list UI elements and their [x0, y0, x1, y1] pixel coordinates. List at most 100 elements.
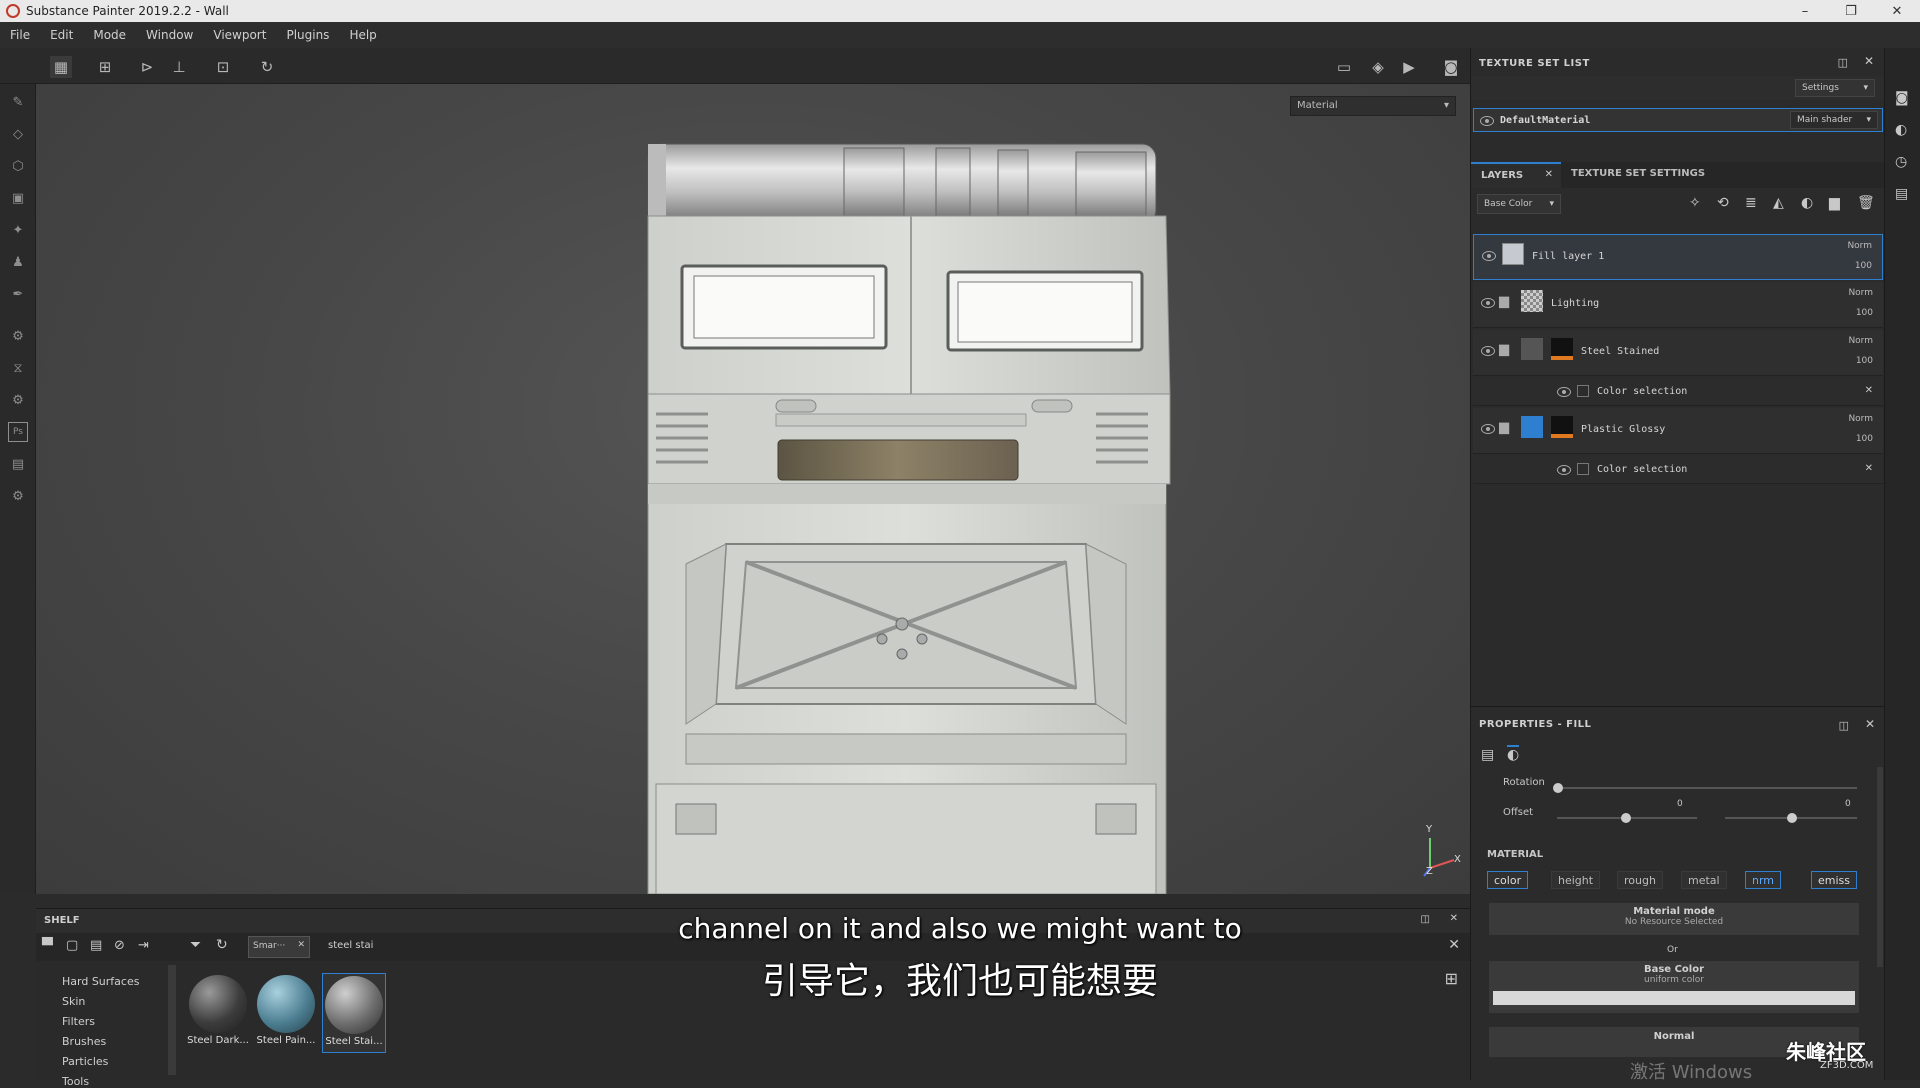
viewport-3d-icon[interactable]: ◈ [1367, 56, 1389, 78]
settings-icon[interactable]: ⚙ [8, 326, 28, 346]
shader-dropdown[interactable]: Main shader ▾ [1790, 111, 1878, 129]
clone-stamp-icon[interactable]: ♟ [8, 252, 28, 272]
paint-brush-icon[interactable]: ✎ [8, 92, 28, 112]
fill-settings-icon[interactable]: ▤ [1481, 747, 1494, 763]
undock-icon[interactable]: ◫ [1839, 719, 1849, 732]
category-filters[interactable]: Filters [62, 1015, 95, 1028]
axis-y-label: Y [1426, 824, 1433, 835]
close-button[interactable]: ✕ [1874, 0, 1920, 22]
menu-plugins[interactable]: Plugins [276, 28, 339, 42]
axis-z-label: Z [1426, 866, 1433, 877]
texture-set-icon[interactable]: ◙ [1895, 90, 1909, 106]
grid-view-icon[interactable]: ▦ [50, 56, 72, 78]
photoshop-icon[interactable]: Ps [8, 422, 28, 442]
log-icon[interactable]: ▤ [1895, 186, 1908, 202]
minimize-button[interactable]: – [1782, 0, 1828, 22]
menu-mode[interactable]: Mode [83, 28, 136, 42]
plugin-icon[interactable]: ⚙ [8, 390, 28, 410]
viewport-2d-icon[interactable]: ▭ [1333, 56, 1355, 78]
resources-icon[interactable]: ⚙ [8, 486, 28, 506]
add-layer-icon[interactable]: ≣ [1745, 195, 1757, 211]
effect-row-color-selection[interactable]: Color selection ✕ [1473, 456, 1883, 484]
delete-layer-icon[interactable]: 🗑 [1857, 195, 1875, 211]
rotation-slider[interactable] [1557, 787, 1857, 789]
maximize-button[interactable]: ❐ [1828, 0, 1874, 22]
checkbox[interactable] [1577, 463, 1589, 475]
mask-thumbnail [1551, 416, 1573, 438]
remove-effect-icon[interactable]: ✕ [1865, 385, 1873, 396]
menu-edit[interactable]: Edit [40, 28, 83, 42]
layers-tabbar: LAYERS ✕ TEXTURE SET SETTINGS [1471, 162, 1885, 188]
layer-row-steel-stained[interactable]: ▆ Steel Stained Norm 100 [1473, 330, 1883, 376]
category-brushes[interactable]: Brushes [62, 1035, 106, 1048]
camera-icon[interactable]: ▶ [1398, 56, 1420, 78]
add-fill-layer-icon[interactable]: ◭ [1773, 195, 1784, 211]
eye-icon[interactable] [1557, 387, 1571, 397]
screenshot-icon[interactable]: ◙ [1440, 56, 1462, 78]
menu-viewport[interactable]: Viewport [203, 28, 276, 42]
add-folder-icon[interactable]: ▆ [1829, 195, 1840, 211]
eye-icon[interactable] [1481, 298, 1495, 308]
channel-rough-button[interactable]: rough [1617, 871, 1663, 889]
panel-close-icon[interactable]: ✕ [1864, 54, 1874, 68]
offset-u-handle[interactable] [1621, 813, 1631, 823]
eraser-icon[interactable]: ◇ [8, 124, 28, 144]
offset-label: Offset [1503, 807, 1534, 818]
frame-icon[interactable]: ⊡ [212, 56, 234, 78]
rotation-slider-handle[interactable] [1553, 783, 1563, 793]
geometry-mask-icon[interactable]: ▣ [8, 188, 28, 208]
offset-v-handle[interactable] [1787, 813, 1797, 823]
channel-metal-button[interactable]: metal [1681, 871, 1727, 889]
layer-row-plastic-glossy[interactable]: ▆ Plastic Glossy Norm 100 [1473, 408, 1883, 454]
rotation-label: Rotation [1503, 777, 1545, 788]
folder-icon: ▆ [1499, 420, 1509, 435]
3d-viewport[interactable]: Material ▾ Y X Z [36, 84, 1470, 894]
color-picker-icon[interactable]: ✒ [8, 284, 28, 304]
eye-icon[interactable] [1481, 424, 1495, 434]
tab-texture-set-settings[interactable]: TEXTURE SET SETTINGS [1571, 162, 1721, 188]
tab-layers[interactable]: LAYERS ✕ [1471, 162, 1561, 188]
layer-thumbnail [1521, 416, 1543, 438]
history-icon[interactable]: ◷ [1895, 154, 1907, 170]
category-particles[interactable]: Particles [62, 1055, 108, 1068]
menu-help[interactable]: Help [339, 28, 386, 42]
magic-wand-icon[interactable]: ✧ [1689, 195, 1701, 211]
texture-set-name: DefaultMaterial [1500, 115, 1591, 126]
layer-row-lighting[interactable]: ▆ Lighting Norm 100 [1473, 282, 1883, 328]
export-icon[interactable]: ▤ [8, 454, 28, 474]
channel-nrm-button[interactable]: nrm [1745, 871, 1782, 889]
smudge-icon[interactable]: ✦ [8, 220, 28, 240]
channel-height-button[interactable]: height [1551, 871, 1601, 889]
eye-icon[interactable] [1482, 251, 1496, 261]
menu-window[interactable]: Window [136, 28, 203, 42]
texture-set-row[interactable]: DefaultMaterial Main shader ▾ [1473, 108, 1883, 132]
category-tools[interactable]: Tools [62, 1075, 89, 1088]
add-effect-icon[interactable]: ⟲ [1717, 195, 1729, 211]
tab-close-icon[interactable]: ✕ [1545, 169, 1553, 180]
menu-file[interactable]: File [0, 28, 40, 42]
symmetry-x-icon[interactable]: ⊳ [136, 56, 158, 78]
layer-row-fill-layer-1[interactable]: Fill layer 1 Norm 100 [1473, 234, 1883, 280]
channel-color-button[interactable]: color [1487, 871, 1529, 889]
axis-x-label: X [1454, 854, 1461, 865]
eye-icon[interactable] [1557, 465, 1571, 475]
symmetry-y-icon[interactable]: ⊥ [168, 56, 190, 78]
eye-icon[interactable] [1480, 116, 1494, 126]
undock-icon[interactable]: ◫ [1838, 56, 1848, 69]
projection-icon[interactable]: ⬡ [8, 156, 28, 176]
add-mask-icon[interactable]: ◐ [1801, 195, 1813, 211]
material-tab-icon[interactable]: ◐ [1507, 745, 1520, 763]
app-icon [6, 4, 20, 18]
eye-icon[interactable] [1481, 346, 1495, 356]
channel-dropdown[interactable]: Base Color ▾ [1477, 194, 1561, 214]
tile-view-icon[interactable]: ⊞ [94, 56, 116, 78]
checkbox[interactable] [1577, 385, 1589, 397]
bake-icon[interactable]: ⧖ [8, 358, 28, 378]
settings-dropdown[interactable]: Settings ▾ [1795, 79, 1875, 97]
history-icon[interactable]: ↻ [256, 56, 278, 78]
display-settings-icon[interactable]: ◐ [1895, 122, 1907, 138]
channel-emiss-button[interactable]: emiss [1811, 871, 1858, 889]
effect-row-color-selection[interactable]: Color selection ✕ [1473, 378, 1883, 406]
remove-effect-icon[interactable]: ✕ [1865, 463, 1873, 474]
panel-close-icon[interactable]: ✕ [1865, 717, 1875, 731]
